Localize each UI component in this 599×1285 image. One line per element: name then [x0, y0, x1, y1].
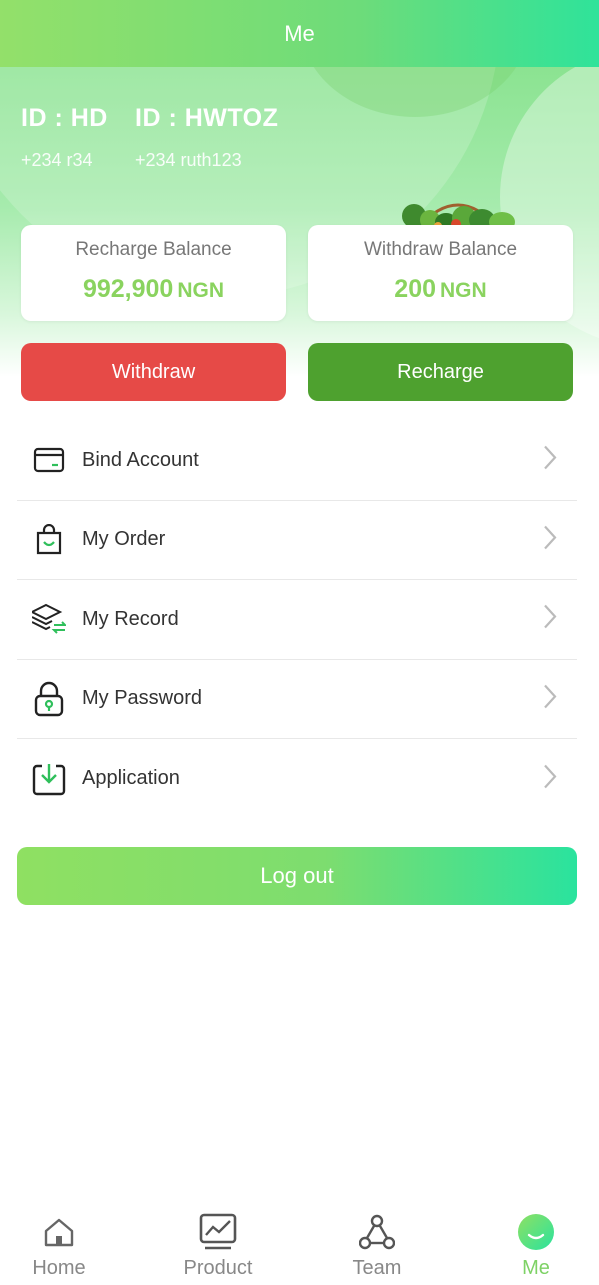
chevron-right-icon [543, 683, 557, 714]
recharge-balance-amount: 992,900 NGN [21, 275, 286, 304]
withdraw-balance-value: 200 [394, 275, 437, 303]
card-icon [32, 443, 66, 477]
tab-label: Me [522, 1257, 550, 1279]
top-header: Me [0, 0, 599, 67]
withdraw-balance-label: Withdraw Balance [363, 239, 518, 260]
menu-item-my-record[interactable]: My Record [17, 580, 577, 660]
chart-icon [158, 1212, 278, 1252]
logout-button[interactable]: Log out [17, 847, 577, 905]
tab-label: Home [32, 1257, 86, 1279]
tab-label: Product [183, 1257, 253, 1279]
user-phone: +234 r34 [21, 150, 93, 170]
menu-item-my-password[interactable]: My Password [17, 660, 577, 739]
lock-icon [32, 681, 66, 716]
menu-item-application[interactable]: Application [17, 739, 577, 819]
recharge-balance-card: Recharge Balance 992,900 NGN [21, 225, 286, 321]
page-title: Me [284, 20, 315, 46]
menu-item-bind-account[interactable]: Bind Account [17, 421, 577, 501]
currency-label: NGN [177, 279, 225, 302]
tab-home[interactable]: Home [0, 1212, 119, 1280]
recharge-balance-value: 992,900 [82, 275, 174, 303]
account-info-1: ID : HD +234 r34 [21, 104, 108, 171]
menu-item-label: My Password [82, 687, 203, 710]
team-icon [317, 1212, 437, 1252]
menu-item-label: Application [82, 767, 180, 790]
recharge-button[interactable]: Recharge [308, 343, 573, 401]
tab-team[interactable]: Team [317, 1212, 437, 1280]
vegetable-basket-image [402, 203, 515, 230]
bottom-tab-bar: Home Product Team Me [0, 1200, 599, 1285]
withdraw-button[interactable]: Withdraw [21, 343, 286, 401]
withdraw-balance-amount: 200 NGN [308, 275, 573, 304]
account-info-2: ID : HWTOZ +234 ruth123 [135, 104, 278, 171]
menu-item-label: My Record [82, 607, 179, 630]
currency-label: NGN [440, 279, 487, 302]
layers-exchange-icon [32, 602, 66, 636]
download-icon [32, 762, 66, 796]
shopping-bag-icon [32, 523, 66, 557]
tab-me[interactable]: Me [476, 1212, 596, 1280]
tab-label: Team [352, 1257, 402, 1279]
user-phone: +234 ruth123 [135, 150, 242, 170]
menu-item-label: Bind Account [82, 448, 199, 471]
tab-product[interactable]: Product [158, 1212, 278, 1280]
chevron-right-icon [543, 445, 557, 476]
settings-menu: Bind Account My Order My Record My Passw… [17, 421, 577, 819]
menu-item-my-order[interactable]: My Order [17, 501, 577, 580]
home-icon [0, 1212, 119, 1252]
smile-icon [476, 1212, 596, 1252]
chevron-right-icon [543, 604, 557, 635]
menu-item-label: My Order [82, 528, 166, 551]
chevron-right-icon [543, 524, 557, 555]
user-id: ID : HD [21, 104, 108, 132]
withdraw-balance-card: Withdraw Balance 200 NGN [308, 225, 573, 321]
user-id: ID : HWTOZ [135, 104, 279, 132]
recharge-balance-label: Recharge Balance [75, 239, 232, 260]
chevron-right-icon [543, 763, 557, 794]
